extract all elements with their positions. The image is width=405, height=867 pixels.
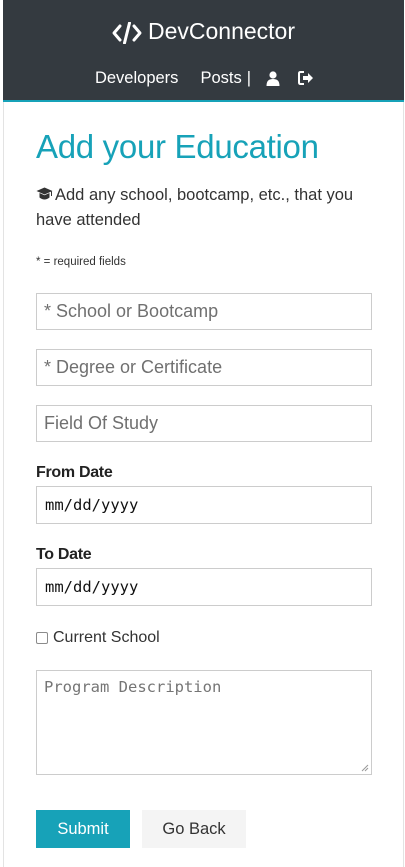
lead-text: Add any school, bootcamp, etc., that you… [36, 186, 354, 229]
from-date-input[interactable]: mm/dd/yyyy [36, 486, 372, 524]
code-icon [112, 21, 142, 45]
go-back-button[interactable]: Go Back [142, 810, 246, 848]
page-lead: Add any school, bootcamp, etc., that you… [36, 183, 376, 233]
navbar: DevConnector Developers Posts | [3, 0, 404, 102]
nav-separator: | [246, 68, 252, 87]
nav-links: Developers Posts | [3, 66, 404, 90]
resize-handle-icon[interactable] [361, 764, 369, 772]
nav-developers-link[interactable]: Developers [95, 69, 178, 88]
submit-button[interactable]: Submit [36, 810, 130, 848]
page-title: Add your Education [36, 128, 319, 165]
degree-input[interactable]: * Degree or Certificate [36, 349, 372, 386]
brand-link[interactable]: DevConnector [3, 15, 404, 47]
to-date-input[interactable]: mm/dd/yyyy [36, 568, 372, 606]
current-school-label: Current School [53, 629, 160, 646]
to-date-label: To Date [36, 546, 92, 563]
graduation-cap-icon [36, 187, 53, 200]
required-note: * = required fields [36, 256, 126, 268]
school-input[interactable]: * School or Bootcamp [36, 293, 372, 330]
sign-out-icon[interactable] [298, 71, 314, 85]
nav-posts-link[interactable]: Posts [200, 69, 241, 88]
user-icon[interactable] [266, 70, 280, 86]
brand-label: DevConnector [147, 18, 296, 44]
current-school-checkbox[interactable] [36, 632, 48, 644]
description-placeholder: Program Description [44, 678, 222, 696]
description-textarea[interactable]: Program Description [36, 670, 372, 775]
from-date-label: From Date [36, 464, 113, 481]
current-school-field: Current School [36, 629, 160, 647]
field-of-study-input[interactable]: Field Of Study [36, 405, 372, 442]
